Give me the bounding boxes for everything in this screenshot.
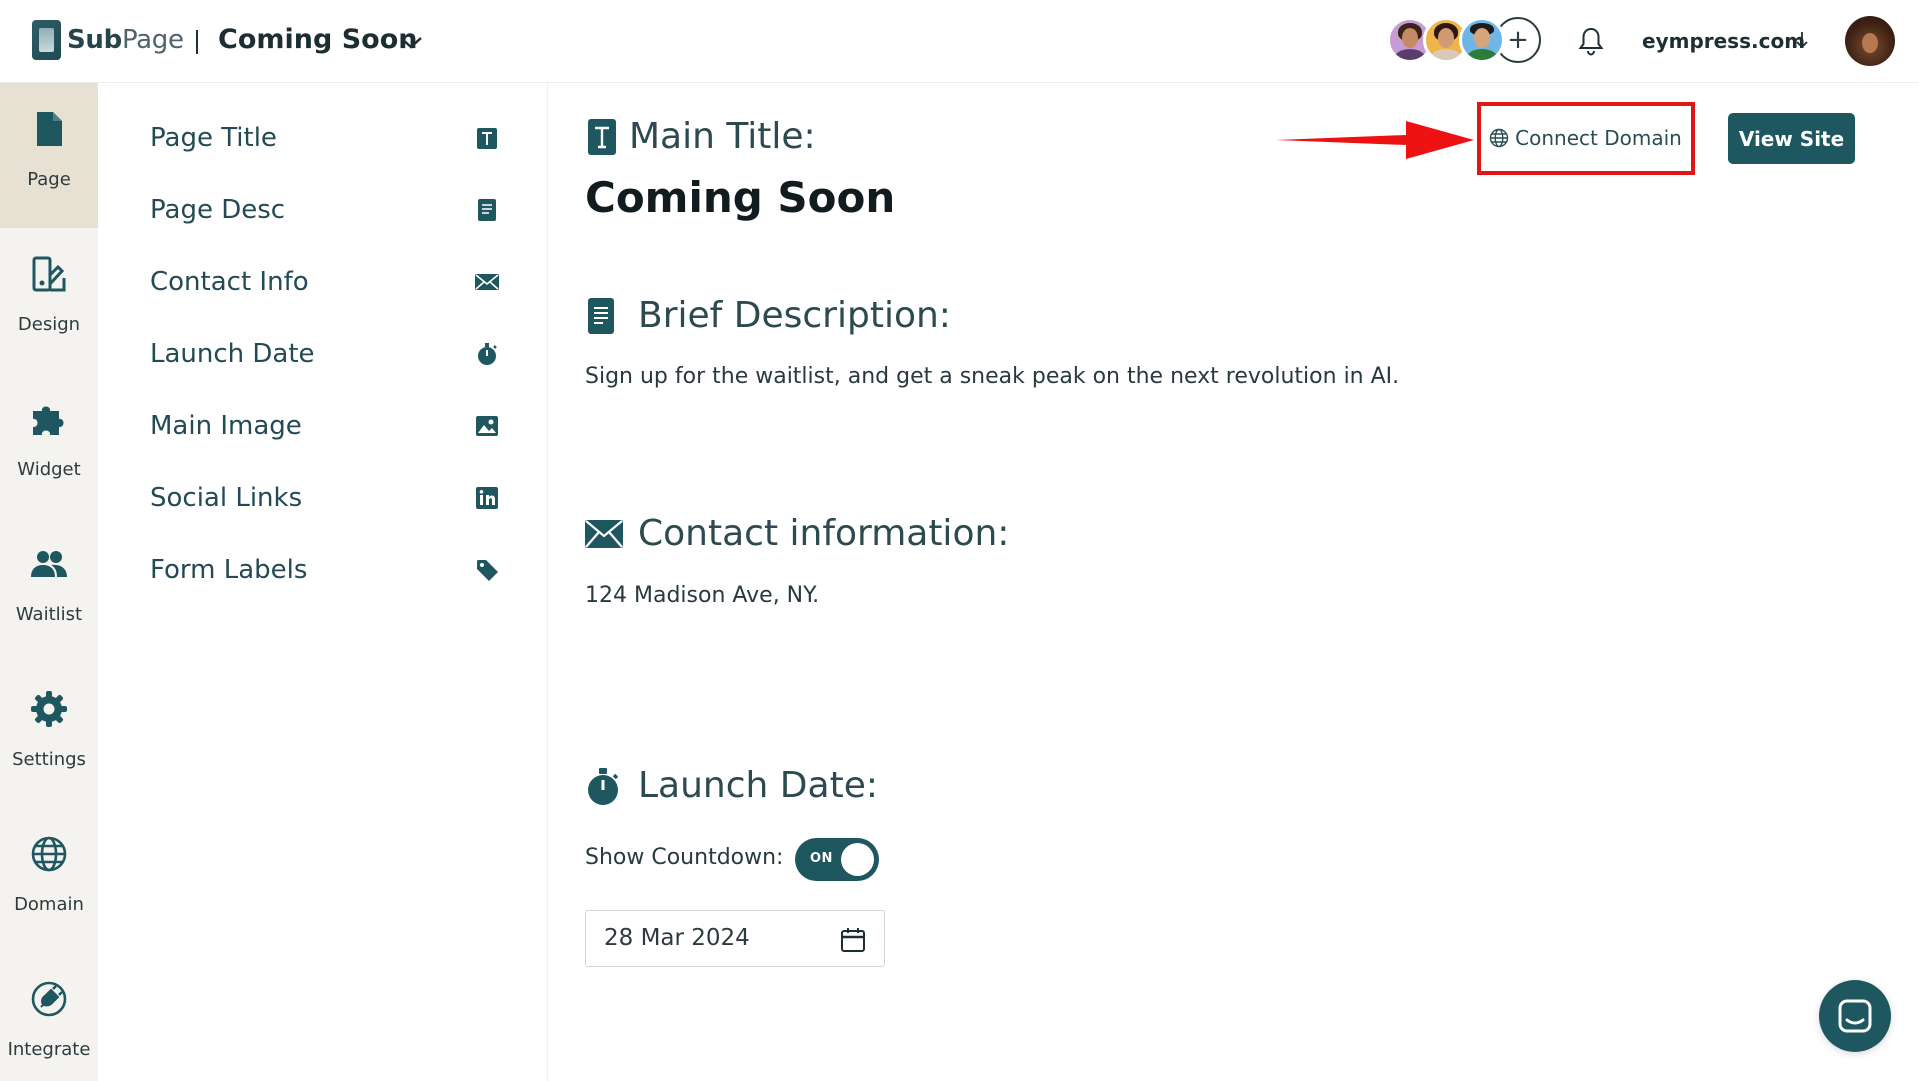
- connect-domain-button[interactable]: Connect Domain: [1483, 112, 1688, 164]
- sidebar-item-integrate[interactable]: Integrate: [0, 953, 98, 1081]
- stopwatch-icon: [478, 343, 497, 365]
- section-item-contact-info[interactable]: Contact Info: [150, 257, 500, 307]
- sidebar-item-widget[interactable]: Widget: [0, 373, 98, 518]
- contact-information-heading: Contact information:: [638, 513, 1010, 554]
- document-icon: [478, 199, 496, 221]
- users-icon: [31, 551, 67, 577]
- team-avatar[interactable]: [1459, 17, 1505, 63]
- section-item-main-image[interactable]: Main Image: [150, 401, 500, 451]
- bell-icon[interactable]: [1578, 26, 1604, 56]
- user-avatar[interactable]: [1845, 16, 1895, 66]
- linkedin-icon: [476, 487, 498, 509]
- show-countdown-label: Show Countdown:: [585, 845, 784, 870]
- sidebar-label: Waitlist: [15, 604, 83, 625]
- main-content: Main Title: Coming Soon Connect Domain V…: [547, 83, 1919, 1081]
- sidebar-item-domain[interactable]: Domain: [0, 808, 98, 953]
- tag-icon: [477, 560, 498, 581]
- brief-description-text[interactable]: Sign up for the waitlist, and get a snea…: [585, 364, 1399, 389]
- section-label: Page Desc: [150, 195, 286, 225]
- calendar-icon[interactable]: [840, 927, 866, 953]
- section-label: Form Labels: [150, 555, 308, 585]
- account-selector[interactable]: eympress.com: [1642, 29, 1805, 53]
- annotation-arrow-icon: [1276, 121, 1474, 159]
- logo-mark-icon: [32, 20, 61, 60]
- launch-date-heading: Launch Date:: [638, 765, 878, 806]
- sidebar-item-waitlist[interactable]: Waitlist: [0, 518, 98, 663]
- sidebar-item-page[interactable]: Page: [0, 83, 98, 228]
- section-label: Page Title: [150, 123, 277, 153]
- sidebar-item-design[interactable]: Design: [0, 228, 98, 373]
- top-header: SubPage Coming Soon + eympress.com: [0, 0, 1919, 83]
- logo-text: SubPage: [67, 25, 184, 55]
- section-label: Social Links: [150, 483, 303, 513]
- section-label: Contact Info: [150, 267, 309, 297]
- text-t-icon: [477, 128, 497, 149]
- section-label: Launch Date: [150, 339, 315, 369]
- main-title-value[interactable]: Coming Soon: [585, 173, 895, 222]
- chevron-down-icon[interactable]: [396, 30, 426, 54]
- section-item-social-links[interactable]: Social Links: [150, 473, 500, 523]
- launch-date-input[interactable]: 28 Mar 2024: [585, 910, 885, 967]
- section-item-page-title[interactable]: Page Title: [150, 113, 500, 163]
- plug-icon: [31, 981, 67, 1017]
- subpage-logo[interactable]: SubPage: [32, 20, 184, 60]
- envelope-icon: [475, 274, 499, 290]
- sidebar-item-settings[interactable]: Settings: [0, 663, 98, 808]
- section-item-page-desc[interactable]: Page Desc: [150, 185, 500, 235]
- section-item-form-labels[interactable]: Form Labels: [150, 545, 500, 595]
- header-divider: [196, 30, 198, 54]
- sidebar-label: Domain: [14, 894, 84, 915]
- section-label: Main Image: [150, 411, 302, 441]
- section-item-launch-date[interactable]: Launch Date: [150, 329, 500, 379]
- brief-description-heading: Brief Description:: [638, 295, 951, 336]
- chat-support-button[interactable]: [1819, 980, 1891, 1052]
- chat-icon: [1838, 999, 1872, 1033]
- main-sidebar: Page Design Widget Waitlist Settings Dom…: [0, 83, 98, 1081]
- contact-information-text[interactable]: 124 Madison Ave, NY.: [585, 583, 819, 608]
- toggle-knob: [841, 843, 874, 876]
- sidebar-label: Design: [17, 314, 81, 335]
- section-nav: Page Title Page Desc Contact Info Launch…: [98, 83, 547, 1081]
- image-icon: [476, 416, 498, 436]
- globe-icon: [1489, 128, 1509, 148]
- sidebar-label: Settings: [12, 749, 86, 770]
- team-avatars[interactable]: +: [1387, 17, 1541, 63]
- view-site-button[interactable]: View Site: [1728, 113, 1855, 164]
- toggle-state-label: ON: [810, 851, 833, 866]
- sidebar-label: Integrate: [7, 1039, 91, 1060]
- globe-icon: [31, 836, 67, 872]
- arrow-down-icon[interactable]: [1794, 28, 1810, 52]
- main-title-heading: Main Title:: [629, 116, 816, 157]
- sidebar-label: Page: [27, 169, 71, 190]
- document-icon: [588, 298, 614, 334]
- project-name[interactable]: Coming Soon: [218, 24, 417, 55]
- puzzle-icon: [33, 406, 64, 435]
- design-icon: [32, 256, 66, 292]
- connect-domain-label: Connect Domain: [1515, 126, 1682, 150]
- show-countdown-toggle[interactable]: ON: [795, 838, 879, 881]
- text-t-icon: [588, 119, 616, 155]
- envelope-icon: [585, 520, 623, 548]
- page-icon: [37, 112, 62, 146]
- sidebar-label: Widget: [17, 459, 81, 480]
- gear-icon: [31, 691, 67, 727]
- stopwatch-icon: [588, 768, 619, 805]
- launch-date-value: 28 Mar 2024: [604, 925, 750, 951]
